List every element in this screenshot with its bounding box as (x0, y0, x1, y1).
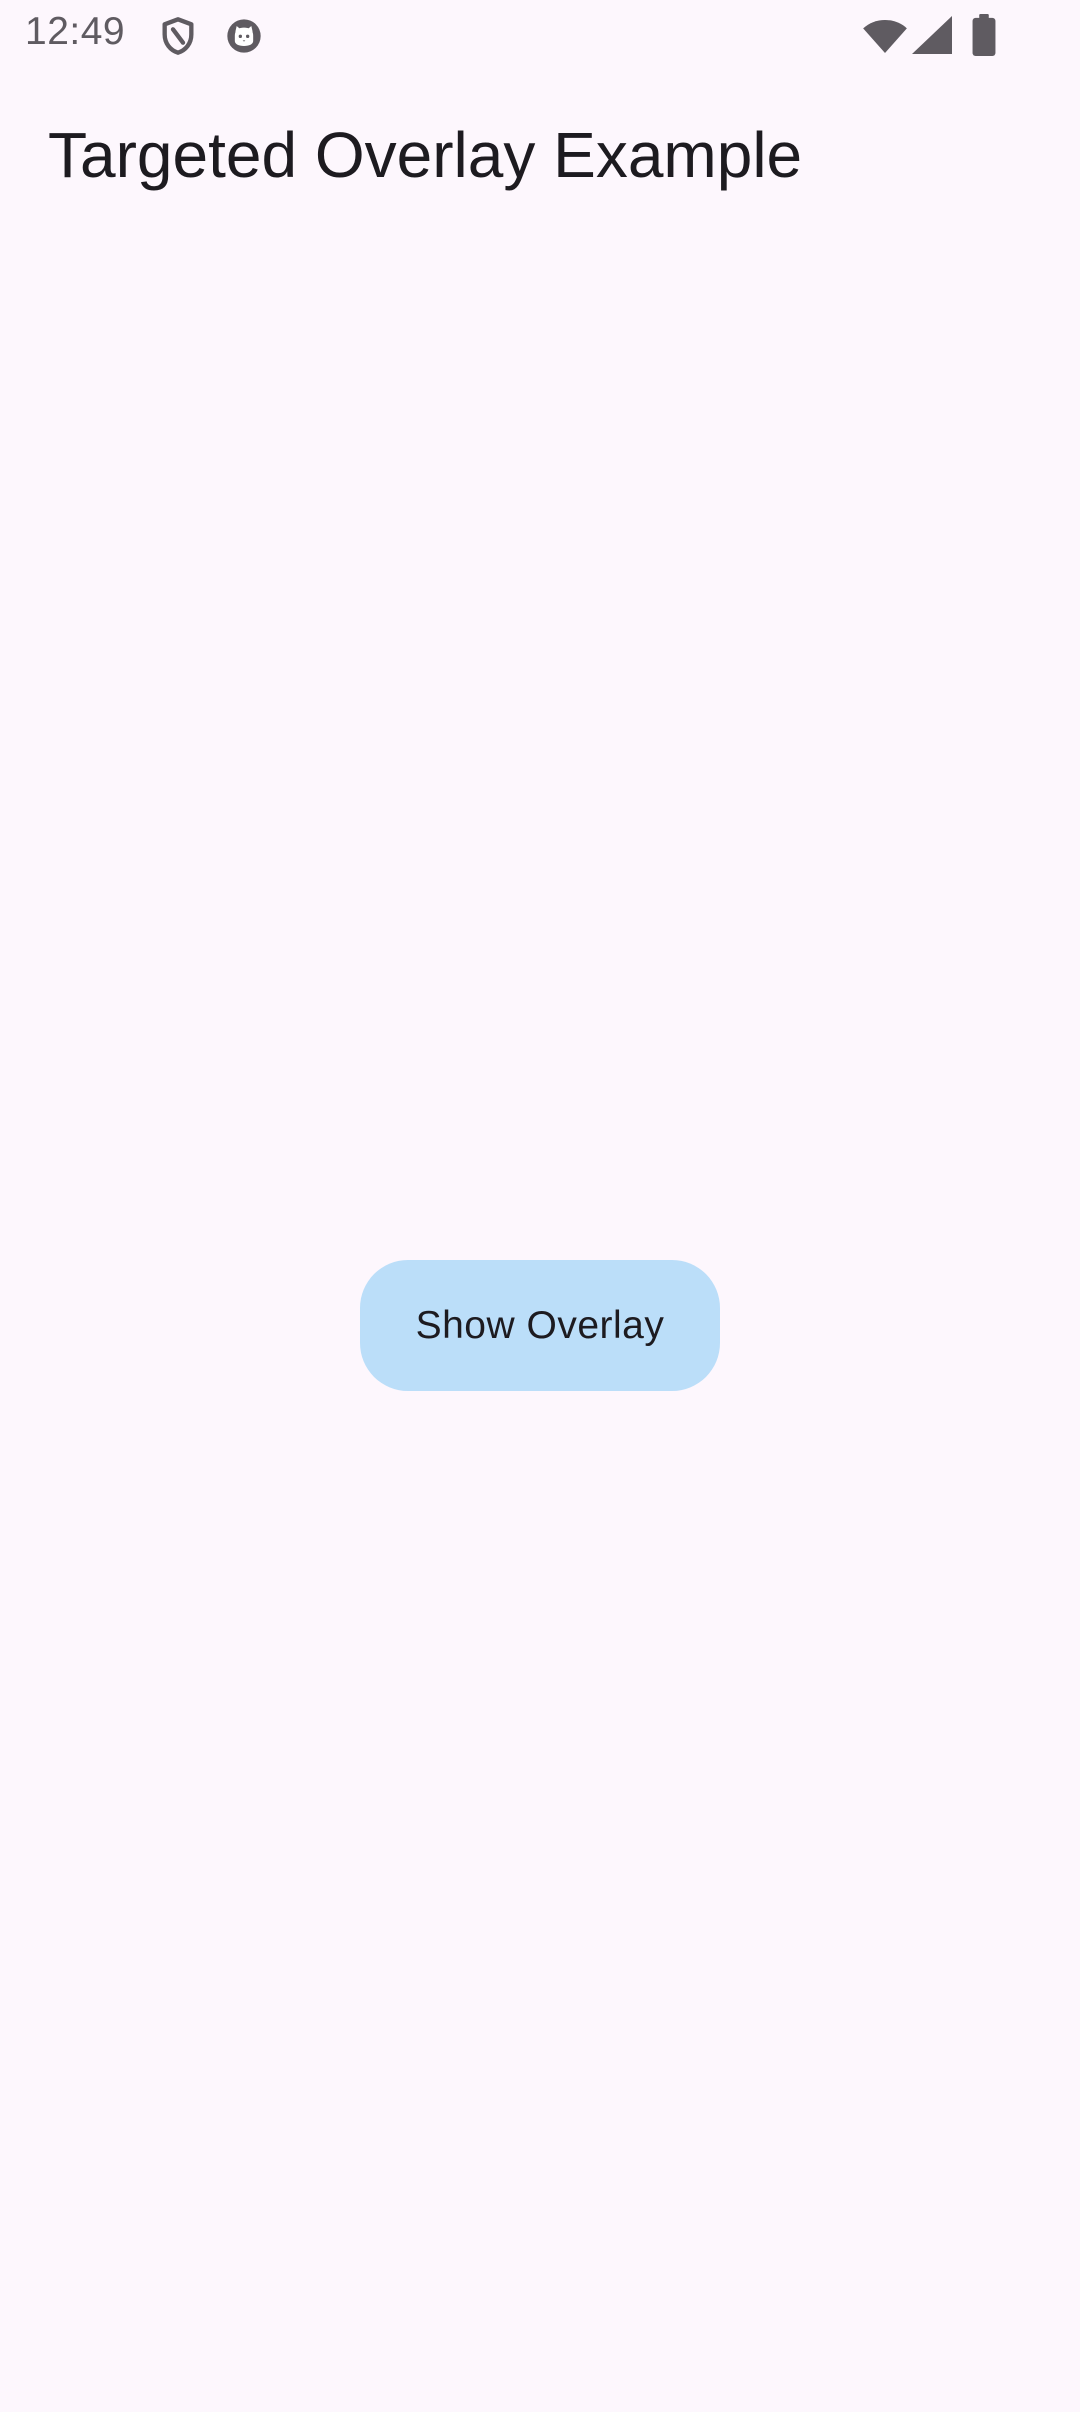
signal-icon (912, 16, 952, 54)
app-bar: Targeted Overlay Example (0, 90, 1080, 218)
cat-icon (227, 19, 261, 53)
status-time: 12:49 (25, 10, 126, 53)
wifi-icon (863, 19, 907, 54)
battery-icon (972, 14, 996, 56)
status-bar: 12:49 (0, 0, 1080, 72)
show-overlay-button[interactable]: Show Overlay (360, 1260, 720, 1391)
page-title: Targeted Overlay Example (48, 119, 803, 191)
shield-icon (162, 17, 194, 55)
